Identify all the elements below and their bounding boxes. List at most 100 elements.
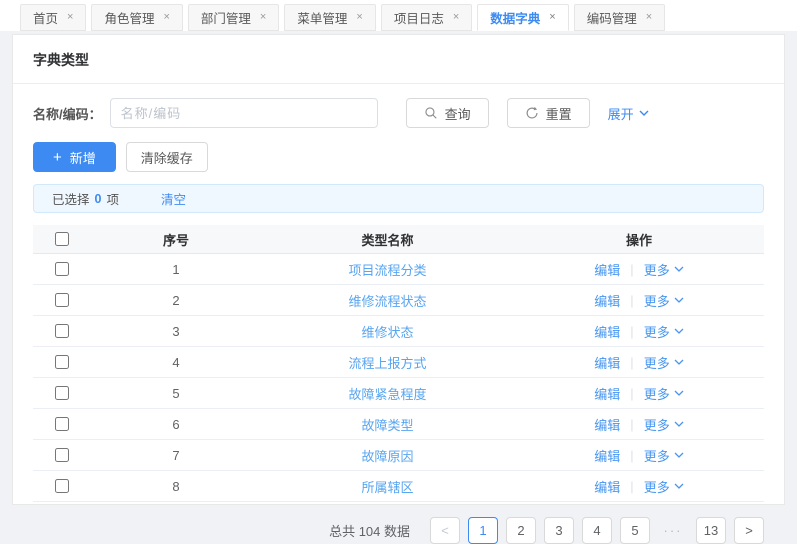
tab-label: 首页 <box>33 8 58 27</box>
tab-label: 项目日志 <box>394 8 444 27</box>
table-row: 5 故障紧急程度 编辑 | 更多 <box>33 378 764 409</box>
row-index: 2 <box>91 293 261 308</box>
page-button-3[interactable]: 3 <box>544 517 574 544</box>
clear-cache-label: 清除缓存 <box>141 148 193 167</box>
close-icon[interactable]: × <box>260 12 266 23</box>
row-checkbox[interactable] <box>55 355 69 369</box>
chevron-down-icon <box>674 482 684 490</box>
chevron-down-icon <box>674 327 684 335</box>
more-link[interactable]: 更多 <box>644 477 684 496</box>
action-divider: | <box>630 355 633 370</box>
edit-link[interactable]: 编辑 <box>594 322 620 341</box>
tab-label: 数据字典 <box>490 8 540 27</box>
select-all-checkbox[interactable] <box>55 232 69 246</box>
clear-selection-link[interactable]: 清空 <box>161 189 186 208</box>
screen: 首页 × 角色管理 × 部门管理 × 菜单管理 × 项目日志 × 数据字典 × … <box>0 0 797 511</box>
action-divider: | <box>630 448 633 463</box>
row-checkbox[interactable] <box>55 386 69 400</box>
page-button-1[interactable]: 1 <box>468 517 498 544</box>
more-link[interactable]: 更多 <box>644 353 684 372</box>
tab-department-management[interactable]: 部门管理 × <box>188 4 279 31</box>
more-link[interactable]: 更多 <box>644 415 684 434</box>
row-checkbox[interactable] <box>55 417 69 431</box>
tab-label: 编码管理 <box>587 8 637 27</box>
expand-link[interactable]: 展开 <box>608 104 649 123</box>
selection-bar: 已选择 0 项 清空 <box>33 184 764 213</box>
row-checkbox[interactable] <box>55 324 69 338</box>
chevron-down-icon <box>674 358 684 366</box>
tab-label: 角色管理 <box>104 8 154 27</box>
more-link[interactable]: 更多 <box>644 446 684 465</box>
selection-suffix: 项 <box>106 189 119 208</box>
add-button[interactable]: + 新增 <box>33 142 116 172</box>
close-icon[interactable]: × <box>646 12 652 23</box>
edit-link[interactable]: 编辑 <box>594 477 620 496</box>
type-name-link[interactable]: 项目流程分类 <box>348 260 426 279</box>
next-page-button[interactable]: > <box>734 517 764 544</box>
content-panel: 字典类型 名称/编码： 查询 重置 展开 <box>12 34 785 505</box>
type-name-link[interactable]: 故障原因 <box>361 446 413 465</box>
edit-link[interactable]: 编辑 <box>594 446 620 465</box>
reset-button[interactable]: 重置 <box>507 98 590 128</box>
row-index: 7 <box>91 448 261 463</box>
action-divider: | <box>630 479 633 494</box>
close-icon[interactable]: × <box>163 12 169 23</box>
tab-role-management[interactable]: 角色管理 × <box>91 4 182 31</box>
tab-menu-management[interactable]: 菜单管理 × <box>284 4 375 31</box>
row-index: 5 <box>91 386 261 401</box>
row-index: 8 <box>91 479 261 494</box>
edit-link[interactable]: 编辑 <box>594 291 620 310</box>
type-name-link[interactable]: 故障紧急程度 <box>348 384 426 403</box>
query-button[interactable]: 查询 <box>406 98 489 128</box>
header-actions: 操作 <box>514 230 764 249</box>
edit-link[interactable]: 编辑 <box>594 384 620 403</box>
close-icon[interactable]: × <box>549 12 555 23</box>
page-button-2[interactable]: 2 <box>506 517 536 544</box>
close-icon[interactable]: × <box>356 12 362 23</box>
tab-code-management[interactable]: 编码管理 × <box>574 4 665 31</box>
close-icon[interactable]: × <box>67 12 73 23</box>
page-button-4[interactable]: 4 <box>582 517 612 544</box>
plus-icon: + <box>53 150 62 165</box>
action-divider: | <box>630 262 633 277</box>
chevron-down-icon <box>674 420 684 428</box>
more-link[interactable]: 更多 <box>644 260 684 279</box>
pagination: 总共 104 数据 < 1 2 3 4 5 ··· 13 > <box>13 502 784 544</box>
type-name-link[interactable]: 故障类型 <box>361 415 413 434</box>
close-icon[interactable]: × <box>453 12 459 23</box>
action-divider: | <box>630 386 633 401</box>
type-name-link[interactable]: 所属辖区 <box>361 477 413 496</box>
clear-cache-button[interactable]: 清除缓存 <box>126 142 208 172</box>
type-name-link[interactable]: 维修状态 <box>361 322 413 341</box>
search-input[interactable] <box>110 98 378 128</box>
row-checkbox[interactable] <box>55 448 69 462</box>
more-link[interactable]: 更多 <box>644 384 684 403</box>
tab-label: 菜单管理 <box>297 8 347 27</box>
edit-link[interactable]: 编辑 <box>594 353 620 372</box>
tab-bar: 首页 × 角色管理 × 部门管理 × 菜单管理 × 项目日志 × 数据字典 × … <box>0 0 797 31</box>
type-name-link[interactable]: 维修流程状态 <box>348 291 426 310</box>
row-index: 6 <box>91 417 261 432</box>
expand-label: 展开 <box>608 104 634 123</box>
tab-home[interactable]: 首页 × <box>20 4 86 31</box>
edit-link[interactable]: 编辑 <box>594 415 620 434</box>
tab-project-log[interactable]: 项目日志 × <box>381 4 472 31</box>
chevron-down-icon <box>674 265 684 273</box>
table-row: 2 维修流程状态 编辑 | 更多 <box>33 285 764 316</box>
row-checkbox[interactable] <box>55 293 69 307</box>
tab-data-dictionary[interactable]: 数据字典 × <box>477 4 568 31</box>
more-link[interactable]: 更多 <box>644 291 684 310</box>
prev-page-button[interactable]: < <box>430 517 460 544</box>
chevron-down-icon <box>639 109 649 117</box>
table-row: 7 故障原因 编辑 | 更多 <box>33 440 764 471</box>
more-link[interactable]: 更多 <box>644 322 684 341</box>
row-checkbox[interactable] <box>55 262 69 276</box>
type-name-link[interactable]: 流程上报方式 <box>348 353 426 372</box>
chevron-down-icon <box>674 296 684 304</box>
page-button-13[interactable]: 13 <box>696 517 726 544</box>
page-button-5[interactable]: 5 <box>620 517 650 544</box>
pagination-ellipsis[interactable]: ··· <box>658 523 688 538</box>
row-checkbox[interactable] <box>55 479 69 493</box>
edit-link[interactable]: 编辑 <box>594 260 620 279</box>
table-row: 3 维修状态 编辑 | 更多 <box>33 316 764 347</box>
